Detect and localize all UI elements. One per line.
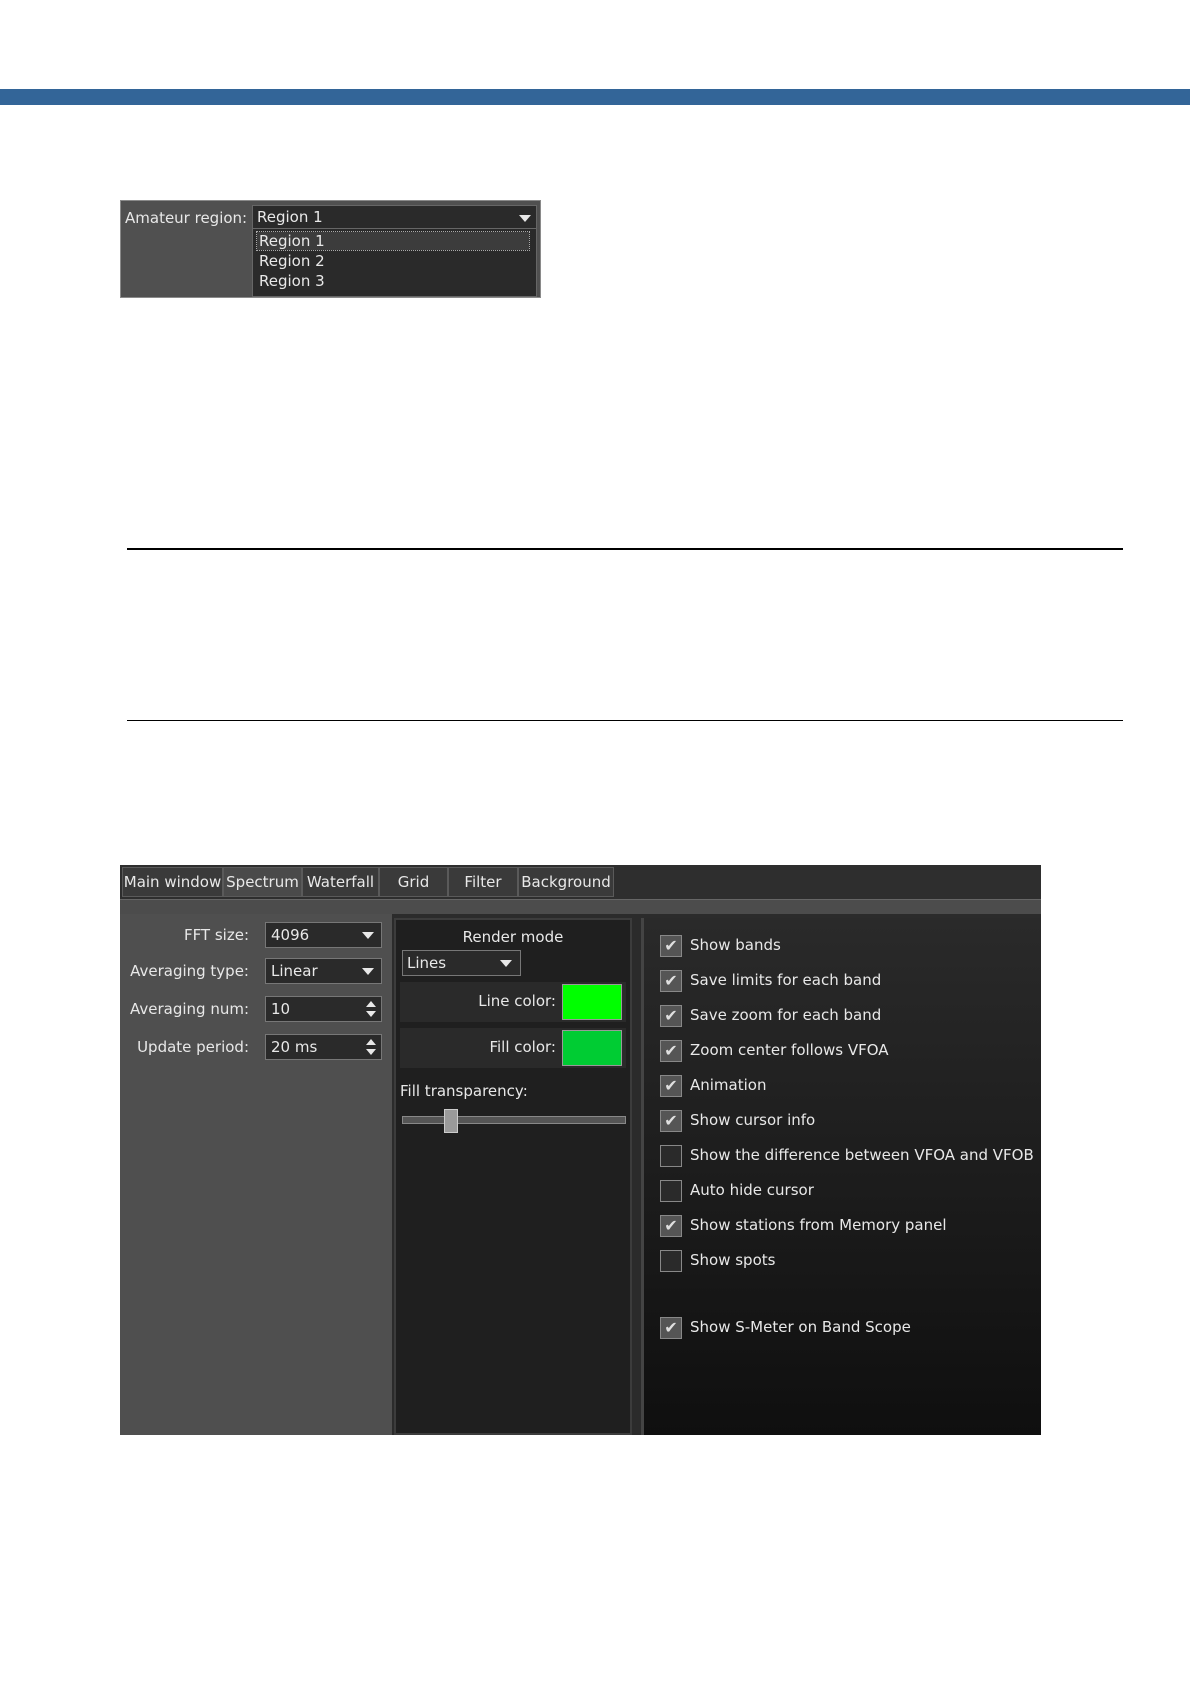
tab-waterfall[interactable]: Waterfall	[302, 867, 379, 897]
update-period-spinbox[interactable]: 20 ms	[265, 1034, 382, 1060]
region-option-3[interactable]: Region 3	[257, 272, 325, 290]
checkbox-label: Show stations from Memory panel	[690, 1216, 947, 1234]
chevron-down-icon	[500, 960, 512, 967]
render-mode-group: Render mode Lines Line color: Fill color…	[394, 918, 632, 1435]
arrow-down-icon[interactable]	[366, 1011, 376, 1017]
arrow-down-icon[interactable]	[366, 1049, 376, 1055]
fill-transparency-slider[interactable]	[402, 1116, 626, 1124]
averaging-type-value: Linear	[271, 962, 318, 980]
averaging-num-spinbox[interactable]: 10	[265, 996, 382, 1022]
checkbox-checked-icon[interactable]: ✔	[660, 1317, 682, 1339]
fill-transparency-label: Fill transparency:	[400, 1082, 528, 1100]
header-bar	[0, 89, 1190, 105]
render-mode-title: Render mode	[462, 928, 564, 946]
tab-background[interactable]: Background	[518, 867, 614, 897]
tab-spectrum[interactable]: Spectrum	[223, 867, 302, 897]
checkbox-label: Animation	[690, 1076, 767, 1094]
checkbox-label: Show spots	[690, 1251, 776, 1269]
averaging-num-value: 10	[271, 1000, 291, 1018]
amateur-region-label: Amateur region:	[125, 209, 248, 227]
averaging-type-label: Averaging type:	[130, 962, 249, 980]
checkbox-checked-icon[interactable]: ✔	[660, 1005, 682, 1027]
tab-content-top	[120, 900, 1041, 914]
divider-rule	[127, 548, 1123, 550]
fft-size-select[interactable]: 4096	[265, 922, 382, 948]
checkbox-checked-icon[interactable]: ✔	[660, 1075, 682, 1097]
checkbox-label: Save zoom for each band	[690, 1006, 882, 1024]
chevron-down-icon	[519, 215, 531, 222]
amateur-region-panel: Amateur region: Region 1 Region 1 Region…	[120, 200, 541, 298]
checkbox-checked-icon[interactable]: ✔	[660, 1110, 682, 1132]
tab-grid[interactable]: Grid	[379, 867, 448, 897]
region-option-2[interactable]: Region 2	[257, 252, 325, 270]
slider-handle[interactable]	[444, 1109, 458, 1133]
arrow-up-icon[interactable]	[366, 1039, 376, 1045]
chevron-down-icon	[362, 932, 374, 939]
averaging-type-select[interactable]: Linear	[265, 958, 382, 984]
update-period-label: Update period:	[137, 1038, 249, 1056]
checkbox-unchecked-icon[interactable]: ✔	[660, 1250, 682, 1272]
tab-filter[interactable]: Filter	[448, 867, 518, 897]
checkbox-label: Show the difference between VFOA and VFO…	[690, 1146, 1034, 1164]
spectrum-options-column: FFT size: 4096 Averaging type: Linear Av…	[120, 914, 392, 1435]
line-color-label: Line color:	[478, 992, 556, 1010]
tab-strip: Main window Spectrum Waterfall Grid Filt…	[120, 865, 1041, 900]
amateur-region-value: Region 1	[257, 208, 323, 226]
averaging-num-label: Averaging num:	[129, 1000, 249, 1018]
checkbox-label: Show cursor info	[690, 1111, 816, 1129]
checkbox-label: Show bands	[690, 936, 781, 954]
checkbox-checked-icon[interactable]: ✔	[660, 935, 682, 957]
checkbox-unchecked-icon[interactable]: ✔	[660, 1145, 682, 1167]
render-mode-value: Lines	[407, 954, 447, 972]
checkbox-label: Save limits for each band	[690, 971, 882, 989]
display-options-column: ✔ Show bands ✔ Save limits for each band ✔ Sa…	[641, 918, 1041, 1435]
region-options-list: Region 1 Region 2 Region 3	[252, 229, 537, 297]
line-color-row: Line color:	[400, 982, 626, 1022]
line-color-swatch[interactable]	[562, 984, 622, 1020]
checkbox-label: Zoom center follows VFOA	[690, 1041, 889, 1059]
fft-size-label: FFT size:	[183, 926, 249, 944]
update-period-value: 20 ms	[271, 1038, 318, 1056]
render-mode-select[interactable]: Lines	[402, 950, 521, 976]
checkbox-checked-icon[interactable]: ✔	[660, 1215, 682, 1237]
fft-size-value: 4096	[271, 926, 310, 944]
region-option-1[interactable]: Region 1	[256, 231, 530, 251]
fill-color-row: Fill color:	[400, 1028, 626, 1068]
spectrum-settings-panel: Main window Spectrum Waterfall Grid Filt…	[120, 865, 1041, 1435]
amateur-region-select[interactable]: Region 1	[252, 205, 537, 229]
tab-main-window[interactable]: Main window	[122, 867, 223, 897]
chevron-down-icon	[362, 968, 374, 975]
checkbox-checked-icon[interactable]: ✔	[660, 970, 682, 992]
fill-color-swatch[interactable]	[562, 1030, 622, 1066]
checkbox-label: Show S-Meter on Band Scope	[690, 1318, 911, 1336]
divider-rule	[127, 720, 1123, 721]
checkbox-label: Auto hide cursor	[690, 1181, 814, 1199]
arrow-up-icon[interactable]	[366, 1001, 376, 1007]
fill-color-label: Fill color:	[489, 1038, 556, 1056]
checkbox-unchecked-icon[interactable]: ✔	[660, 1180, 682, 1202]
checkbox-checked-icon[interactable]: ✔	[660, 1040, 682, 1062]
